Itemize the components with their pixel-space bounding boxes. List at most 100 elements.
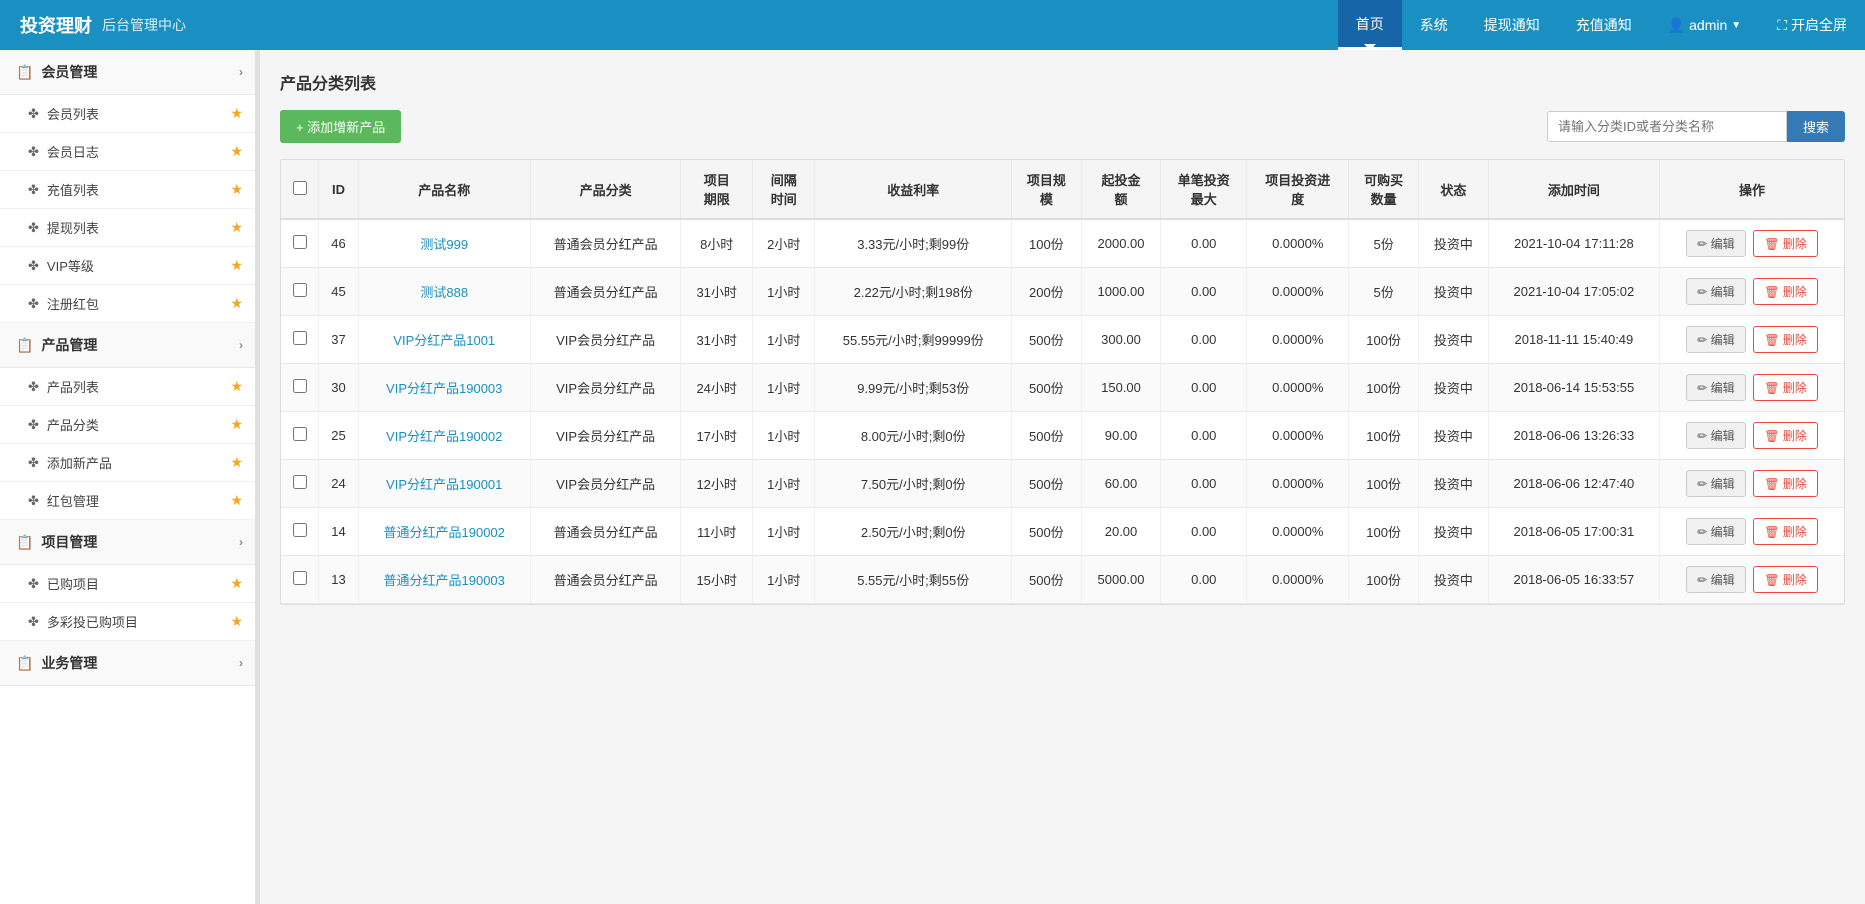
row-select-checkbox[interactable] xyxy=(293,523,307,537)
recharge-list-star-icon: ★ xyxy=(230,181,243,198)
hongbao-mgmt-star-icon: ★ xyxy=(230,492,243,509)
business-chevron-icon: › xyxy=(239,656,243,670)
edit-button[interactable]: ✏ 编辑 xyxy=(1686,422,1745,449)
row-select-checkbox[interactable] xyxy=(293,379,307,393)
sidebar-item-purchased-projects[interactable]: ✤ 已购项目 ★ xyxy=(0,565,259,603)
col-action: 操作 xyxy=(1660,160,1844,219)
edit-button[interactable]: ✏ 编辑 xyxy=(1686,518,1745,545)
sidebar-item-hongbao-mgmt[interactable]: ✤ 红包管理 ★ xyxy=(0,482,259,520)
sidebar-section-business[interactable]: 📋 业务管理 › xyxy=(0,641,259,686)
row-min-invest: 90.00 xyxy=(1081,412,1161,460)
business-section-icon: 📋 xyxy=(16,655,33,672)
edit-button[interactable]: ✏ 编辑 xyxy=(1686,374,1745,401)
delete-button[interactable]: 🗑 删除 xyxy=(1753,326,1818,353)
sidebar-item-vip-level[interactable]: ✤ VIP等级 ★ xyxy=(0,247,259,285)
select-all-checkbox[interactable] xyxy=(293,181,307,195)
sidebar-item-register-hongbao[interactable]: ✤ 注册红包 ★ xyxy=(0,285,259,323)
row-min-invest: 60.00 xyxy=(1081,460,1161,508)
row-rate: 7.50元/小时;剩0份 xyxy=(815,460,1012,508)
row-category: VIP会员分红产品 xyxy=(530,460,681,508)
col-rate: 收益利率 xyxy=(815,160,1012,219)
brand-logo: 投资理财 xyxy=(20,12,92,38)
register-hongbao-star-icon: ★ xyxy=(230,295,243,312)
row-name[interactable]: 普通分红产品190002 xyxy=(358,508,530,556)
sidebar-item-member-list[interactable]: ✤ 会员列表 ★ xyxy=(0,95,259,133)
row-id: 45 xyxy=(319,268,358,316)
member-log-star-icon: ★ xyxy=(230,143,243,160)
row-select-checkbox[interactable] xyxy=(293,283,307,297)
row-actions: ✏ 编辑 🗑 删除 xyxy=(1660,460,1844,508)
delete-button[interactable]: 🗑 删除 xyxy=(1753,566,1818,593)
add-product-star-icon: ★ xyxy=(230,454,243,471)
row-name[interactable]: 测试888 xyxy=(358,268,530,316)
delete-button[interactable]: 🗑 删除 xyxy=(1753,470,1818,497)
sidebar-section-product[interactable]: 📋 产品管理 › xyxy=(0,323,259,368)
product-chevron-icon: › xyxy=(239,338,243,352)
member-list-icon: ✤ xyxy=(28,106,39,122)
sidebar-item-add-product[interactable]: ✤ 添加新产品 ★ xyxy=(0,444,259,482)
row-name[interactable]: VIP分红产品190002 xyxy=(358,412,530,460)
sidebar-resize-handle[interactable] xyxy=(255,50,259,904)
vip-level-icon: ✤ xyxy=(28,258,39,274)
project-section-icon: 📋 xyxy=(16,534,33,551)
delete-button[interactable]: 🗑 删除 xyxy=(1753,230,1818,257)
row-name[interactable]: VIP分红产品190003 xyxy=(358,364,530,412)
nav-recharge-notify[interactable]: 充值通知 xyxy=(1558,0,1650,50)
delete-button[interactable]: 🗑 删除 xyxy=(1753,278,1818,305)
row-progress: 0.0000% xyxy=(1247,412,1349,460)
edit-button[interactable]: ✏ 编辑 xyxy=(1686,566,1745,593)
nav-withdrawal-notify[interactable]: 提现通知 xyxy=(1466,0,1558,50)
add-product-button[interactable]: + 添加增新产品 xyxy=(280,110,401,143)
delete-button[interactable]: 🗑 删除 xyxy=(1753,374,1818,401)
row-select-checkbox[interactable] xyxy=(293,235,307,249)
row-name[interactable]: VIP分红产品190001 xyxy=(358,460,530,508)
row-select-checkbox[interactable] xyxy=(293,571,307,585)
delete-button[interactable]: 🗑 删除 xyxy=(1753,422,1818,449)
sidebar-item-withdraw-list[interactable]: ✤ 提现列表 ★ xyxy=(0,209,259,247)
row-select-checkbox[interactable] xyxy=(293,331,307,345)
row-name[interactable]: 普通分红产品190003 xyxy=(358,556,530,604)
row-interval: 1小时 xyxy=(752,364,815,412)
withdraw-list-icon: ✤ xyxy=(28,220,39,236)
search-input[interactable] xyxy=(1547,111,1787,142)
row-max-invest: 0.00 xyxy=(1161,268,1247,316)
product-section-icon: 📋 xyxy=(16,337,33,354)
row-category: 普通会员分红产品 xyxy=(530,219,681,268)
row-add-time: 2018-06-05 17:00:31 xyxy=(1488,508,1659,556)
col-buyable: 可购买数量 xyxy=(1349,160,1419,219)
row-actions: ✏ 编辑 🗑 删除 xyxy=(1660,364,1844,412)
nav-home[interactable]: 首页 xyxy=(1338,0,1402,50)
row-max-invest: 0.00 xyxy=(1161,412,1247,460)
sidebar-item-product-list[interactable]: ✤ 产品列表 ★ xyxy=(0,368,259,406)
row-rate: 9.99元/小时;剩53份 xyxy=(815,364,1012,412)
row-interval: 1小时 xyxy=(752,460,815,508)
row-id: 25 xyxy=(319,412,358,460)
nav-admin[interactable]: 👤 admin ▼ xyxy=(1650,0,1759,50)
row-name[interactable]: VIP分红产品1001 xyxy=(358,316,530,364)
product-category-star-icon: ★ xyxy=(230,416,243,433)
row-add-time: 2018-06-06 12:47:40 xyxy=(1488,460,1659,508)
row-status: 投资中 xyxy=(1418,460,1488,508)
row-select-checkbox[interactable] xyxy=(293,427,307,441)
delete-button[interactable]: 🗑 删除 xyxy=(1753,518,1818,545)
edit-button[interactable]: ✏ 编辑 xyxy=(1686,278,1745,305)
sidebar-item-member-log[interactable]: ✤ 会员日志 ★ xyxy=(0,133,259,171)
nav-system[interactable]: 系统 xyxy=(1402,0,1466,50)
sidebar-item-duocai-projects[interactable]: ✤ 多彩投已购项目 ★ xyxy=(0,603,259,641)
row-category: VIP会员分红产品 xyxy=(530,364,681,412)
search-button[interactable]: 搜索 xyxy=(1787,111,1845,142)
row-name[interactable]: 测试999 xyxy=(358,219,530,268)
sidebar: 📋 会员管理 › ✤ 会员列表 ★ ✤ 会员日志 ★ ✤ 充值列表 ★ ✤ 提现… xyxy=(0,50,260,904)
nav-fullscreen[interactable]: ⛶ 开启全屏 xyxy=(1759,0,1865,50)
sidebar-section-member[interactable]: 📋 会员管理 › xyxy=(0,50,259,95)
row-buyable: 5份 xyxy=(1349,219,1419,268)
row-checkbox xyxy=(281,268,319,316)
edit-button[interactable]: ✏ 编辑 xyxy=(1686,230,1745,257)
col-min-invest: 起投金额 xyxy=(1081,160,1161,219)
sidebar-item-recharge-list[interactable]: ✤ 充值列表 ★ xyxy=(0,171,259,209)
sidebar-item-product-category[interactable]: ✤ 产品分类 ★ xyxy=(0,406,259,444)
edit-button[interactable]: ✏ 编辑 xyxy=(1686,326,1745,353)
sidebar-section-project[interactable]: 📋 项目管理 › xyxy=(0,520,259,565)
edit-button[interactable]: ✏ 编辑 xyxy=(1686,470,1745,497)
row-select-checkbox[interactable] xyxy=(293,475,307,489)
